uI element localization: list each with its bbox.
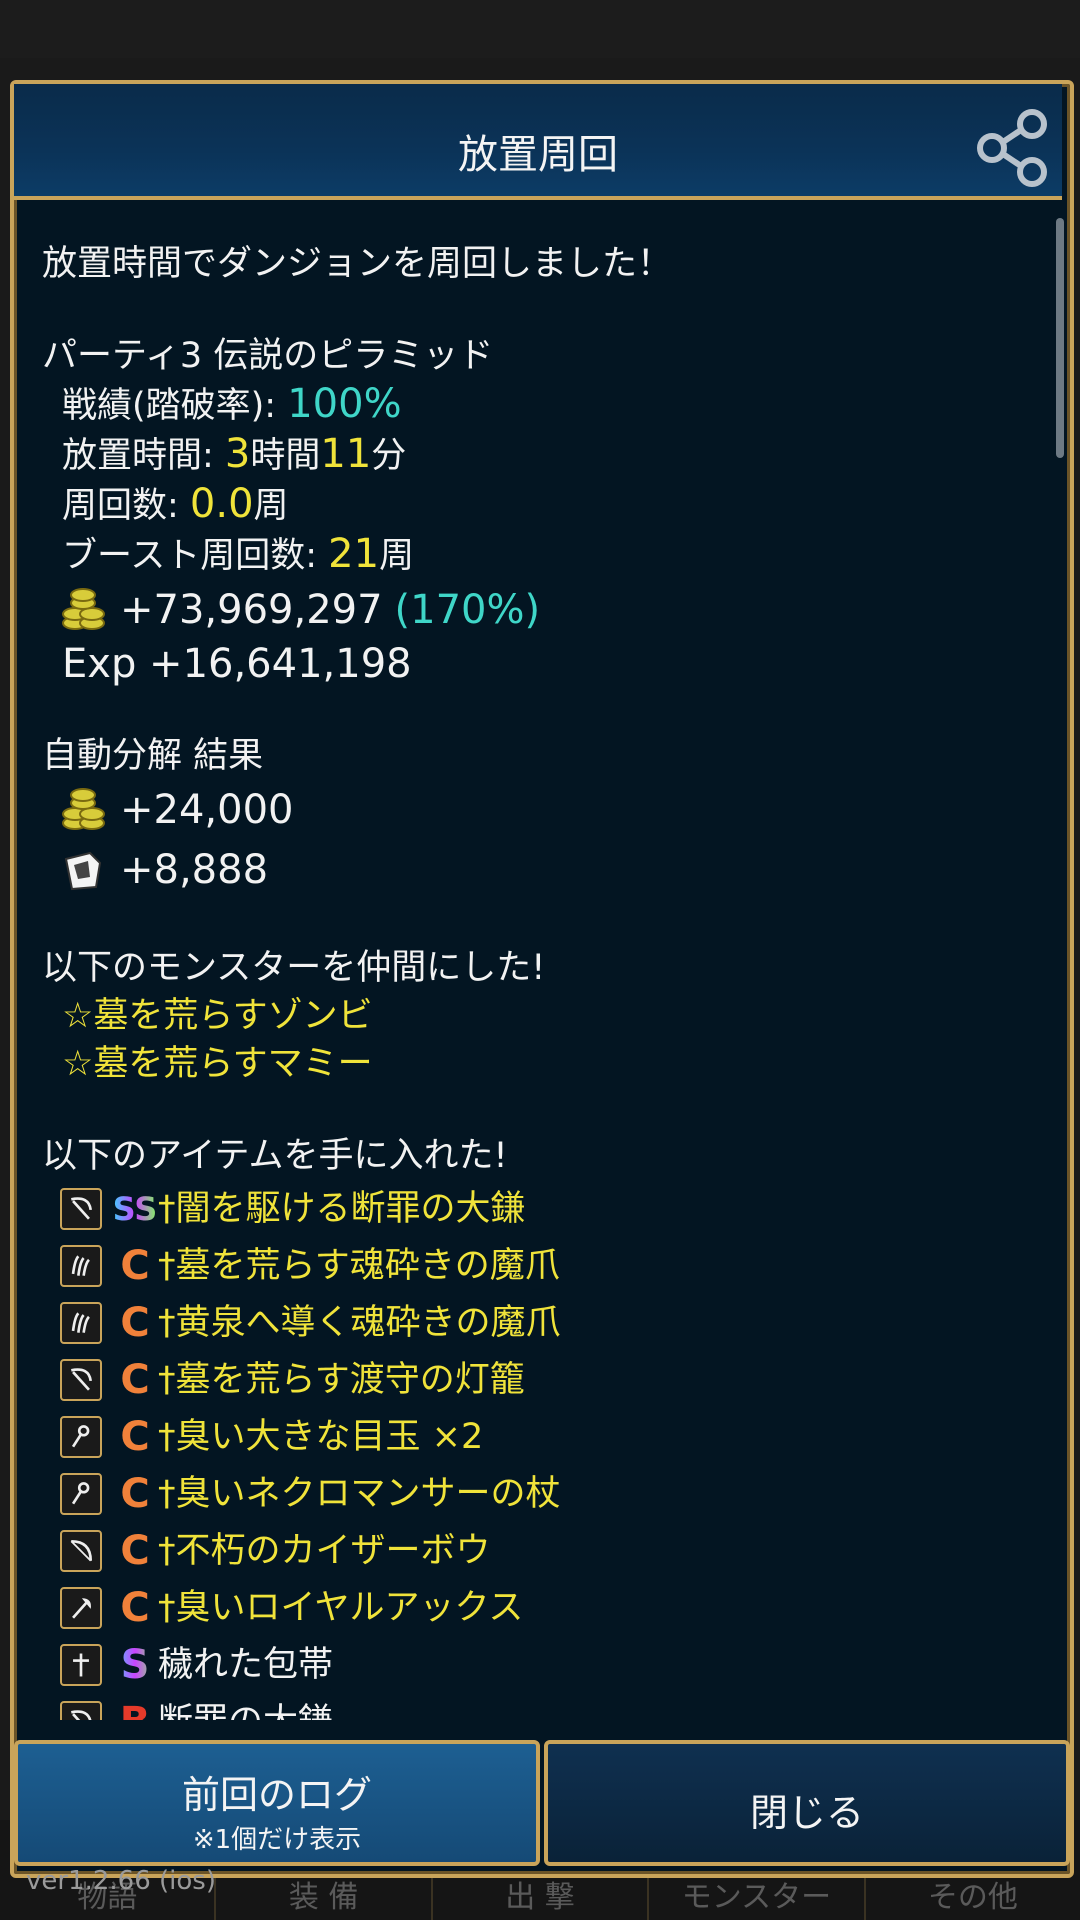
item-row: C †臭い大きな目玉 ×2 [42,1408,1042,1465]
axe-icon [60,1586,102,1629]
grade-badge: B [112,1698,158,1721]
party-name: パーティ3 伝説のピラミッド [42,336,494,376]
item-row: C †墓を荒らす渡守の灯籠 [42,1351,1042,1408]
bow-icon [60,1529,102,1572]
dialog-title: 放置周回 [458,132,618,178]
boost-value: 21 [328,531,380,577]
log-content[interactable]: 放置時間でダンジョンを周回しました！ パーティ3 伝説のピラミッド 戦績(踏破率… [42,240,1042,1720]
items-title: 以下のアイテムを手に入れた! [42,1136,508,1176]
gold-percent: (170%) [394,587,541,633]
gold-line: +73,969,297 (170%) [42,580,1042,640]
laps-unit: 周 [253,486,289,526]
item-name: 穢れた包帯 [158,1644,334,1685]
laps-value: 0.0 [189,481,254,527]
record-value: 100% [287,381,402,427]
previous-log-button[interactable]: 前回のログ ※1個だけ表示 [14,1740,540,1866]
item-name: †墓を荒らす魂砕きの魔爪 [158,1245,560,1286]
item-name: †臭いロイヤルアックス [158,1587,524,1628]
monsters-title: 以下のモンスターを仲間にした! [42,948,546,988]
idle-time-line: 放置時間: 3時間11分 [42,430,1042,480]
staff-icon [60,1472,102,1515]
grade-badge: C [120,1242,150,1289]
scythe-icon [60,1358,102,1401]
item-name: †闇を駆ける断罪の大鎌 [158,1188,526,1229]
dialog-header: 放置周回 [14,84,1062,200]
scythe-icon [60,1700,102,1720]
status-bar-area [0,0,1080,58]
decompose-material-line: +8,888 [42,840,1042,900]
laps-label: 周回数: [62,486,190,526]
record-line: 戦績(踏破率): 100% [42,380,1042,430]
boost-laps-line: ブースト周回数: 21周 [42,530,1042,580]
item-row: S 穢れた包帯 [42,1636,1042,1693]
exp-line: Exp +16,641,198 [62,641,412,687]
grade-badge: S [112,1641,158,1689]
gold-coin-icon [60,587,106,633]
cross-icon [60,1643,102,1686]
scrollbar[interactable] [1056,218,1064,458]
gold-value: +73,969,297 [120,587,383,633]
item-row: C †臭いネクロマンサーの杖 [42,1465,1042,1522]
grade-badge: C [120,1584,150,1631]
item-name: †不朽のカイザーボウ [158,1530,491,1571]
material-icon [60,847,106,893]
decompose-gold-value: +24,000 [120,787,294,833]
grade-badge: C [120,1413,150,1460]
version-label: ver1.2.66 (ios) [26,1866,216,1896]
gold-coin-icon [60,787,106,833]
grade-badge: SS [112,1185,158,1233]
item-row: C †不朽のカイザーボウ [42,1522,1042,1579]
boost-label: ブースト周回数: [62,536,329,576]
item-name: †臭い大きな目玉 ×2 [158,1416,484,1457]
scythe-icon [60,1187,102,1230]
item-row: C †黄泉へ導く魂砕きの魔爪 [42,1294,1042,1351]
idle-label: 放置時間: [62,436,225,476]
share-icon[interactable] [970,104,1060,194]
staff-icon [60,1415,102,1458]
claw-icon [60,1244,102,1287]
grade-badge: C [120,1527,150,1574]
claw-icon [60,1301,102,1344]
idle-minutes-unit: 分 [371,436,407,476]
grade-badge: C [120,1356,150,1403]
item-name: †臭いネクロマンサーの杖 [158,1473,561,1514]
monster-item: ☆墓を荒らすゾンビ [62,996,373,1036]
monster-item: ☆墓を荒らすマミー [62,1044,373,1084]
record-label: 戦績(踏破率): [62,386,288,426]
item-row: C †墓を荒らす魂砕きの魔爪 [42,1237,1042,1294]
laps-line: 周回数: 0.0周 [42,480,1042,530]
item-name: †墓を荒らす渡守の灯籠 [158,1359,525,1400]
intro-text: 放置時間でダンジョンを周回しました！ [42,244,673,284]
item-name: 断罪の大鎌 [158,1698,333,1721]
idle-hours: 3 [224,431,251,477]
decompose-material-value: +8,888 [120,847,269,893]
idle-minutes: 11 [320,431,372,477]
close-button[interactable]: 閉じる [544,1740,1070,1866]
item-row: B断罪の大鎌 [42,1693,1042,1720]
decompose-gold-line: +24,000 [42,780,1042,840]
idle-hours-unit: 時間 [250,436,321,476]
grade-badge: C [120,1299,150,1346]
item-list: SS †闇を駆ける断罪の大鎌 C †墓を荒らす魂砕きの魔爪 C †黄泉へ導く魂砕きの魔爪 C… [42,1180,1042,1720]
item-row: SS †闇を駆ける断罪の大鎌 [42,1180,1042,1237]
grade-badge: C [120,1470,150,1517]
previous-log-label: 前回のログ [181,1773,372,1817]
decompose-title: 自動分解 結果 [42,736,264,776]
item-row: C †臭いロイヤルアックス [42,1579,1042,1636]
boost-unit: 周 [379,536,415,576]
close-label: 閉じる [749,1791,864,1835]
previous-log-note: ※1個だけ表示 [192,1825,362,1855]
item-name: †黄泉へ導く魂砕きの魔爪 [158,1302,561,1343]
